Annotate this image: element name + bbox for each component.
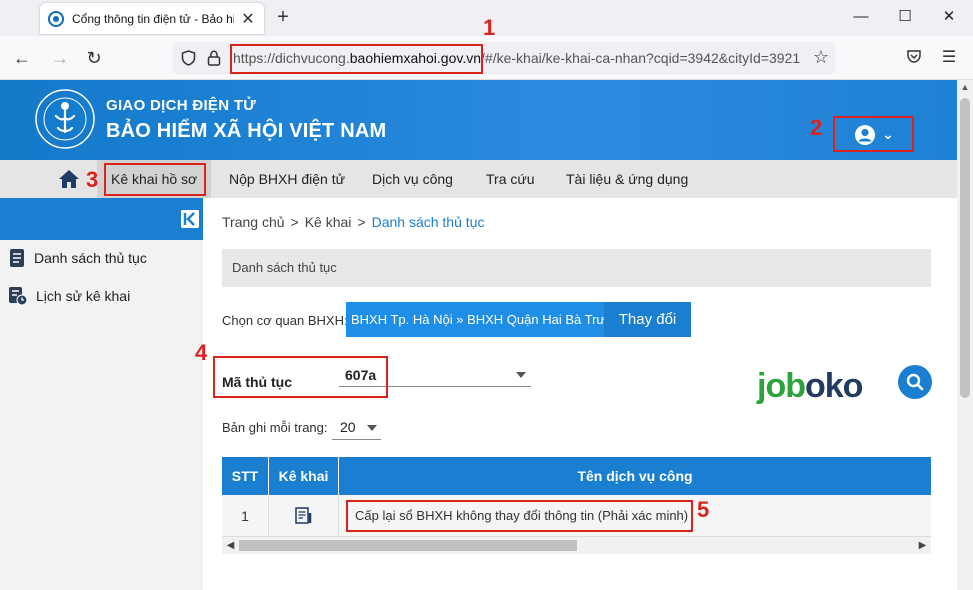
- annotation-number: 2: [810, 115, 823, 140]
- column-header-stt: STT: [231, 468, 259, 484]
- pocket-icon[interactable]: [904, 48, 924, 68]
- scroll-right-icon[interactable]: ▶: [914, 537, 931, 554]
- annotation-number: 4: [195, 340, 208, 365]
- annotation-box-procedure-code: [213, 356, 388, 398]
- declare-cell[interactable]: [268, 495, 338, 536]
- annotation-box-ke-khai: [104, 163, 206, 196]
- menu-item-tai-lieu[interactable]: Tài liệu & ứng dụng: [552, 160, 702, 198]
- row-stt: 1: [241, 507, 249, 524]
- annotation-number: 1: [483, 15, 496, 40]
- document-list-icon: [10, 249, 24, 267]
- reload-icon[interactable]: ↻: [82, 46, 106, 70]
- breadcrumb-home[interactable]: Trang chủ: [222, 214, 285, 230]
- forward-icon[interactable]: →: [48, 46, 72, 70]
- sidebar-item-lich-su-ke-khai[interactable]: Lịch sử kê khai: [8, 285, 130, 307]
- shield-icon[interactable]: [181, 50, 196, 66]
- breadcrumb-separator: >: [290, 214, 299, 230]
- bhxh-logo-icon[interactable]: [34, 88, 96, 150]
- left-sidebar: Danh sách thủ tục Lịch sử kê khai: [0, 198, 203, 590]
- header-title-line2: BẢO HIỂM XÃ HỘI VIỆT NAM: [106, 120, 387, 142]
- annotation-box-service: [346, 500, 693, 532]
- change-agency-button[interactable]: Thay đổi: [604, 302, 691, 337]
- scroll-left-icon[interactable]: ◀: [222, 537, 239, 554]
- annotation-number: 3: [86, 167, 99, 192]
- collapse-sidebar-icon[interactable]: [181, 210, 199, 228]
- column-header-ten-dich-vu: Tên dịch vụ công: [338, 457, 931, 495]
- minimize-icon[interactable]: —: [847, 4, 875, 30]
- caret-down-icon[interactable]: [367, 425, 377, 431]
- maximize-icon[interactable]: ☐: [891, 4, 919, 30]
- breadcrumb: Trang chủ > Kê khai > Danh sách thủ tục: [222, 214, 484, 230]
- sidebar-item-label: Lịch sử kê khai: [36, 288, 131, 304]
- scrollbar-thumb[interactable]: [239, 540, 577, 551]
- per-page-underline: [332, 439, 381, 440]
- url-path: /#/ke-khai/ke-khai-ca-nhan?cqid=3942&cit…: [481, 50, 801, 66]
- tab-title: Cổng thông tin điện tử - Bảo hiểm: [72, 11, 234, 26]
- menu-item-tra-cuu[interactable]: Tra cứu: [472, 160, 549, 198]
- per-page-label: Bản ghi mỗi trang:: [222, 420, 328, 435]
- breadcrumb-current: Danh sách thủ tục: [371, 214, 485, 230]
- agency-label: Chọn cơ quan BHXH:: [222, 313, 348, 328]
- breadcrumb-ke-khai[interactable]: Kê khai: [305, 214, 352, 230]
- browser-nav-bar: ← → ↻ https://dichvucong.baohiemxahoi.go…: [0, 36, 973, 80]
- history-document-icon: [9, 287, 28, 306]
- annotation-number: 5: [697, 497, 710, 522]
- joboko-watermark-logo: joboko: [757, 367, 863, 406]
- browser-tab[interactable]: Cổng thông tin điện tử - Bảo hiểm ✕: [40, 3, 264, 34]
- header-title-line1: GIAO DỊCH ĐIỆN TỬ: [106, 97, 257, 114]
- lock-icon[interactable]: [207, 50, 221, 66]
- close-tab-icon[interactable]: ✕: [240, 9, 256, 29]
- new-tab-button[interactable]: +: [272, 6, 294, 28]
- home-icon[interactable]: [58, 169, 80, 189]
- caret-down-icon[interactable]: [516, 372, 526, 378]
- search-icon: [906, 373, 924, 391]
- table-header: STT Kê khai Tên dịch vụ công: [222, 457, 931, 495]
- scrollbar-thumb[interactable]: [960, 98, 970, 398]
- annotation-box-url: [230, 44, 483, 74]
- horizontal-scrollbar[interactable]: ◀ ▶: [222, 537, 931, 554]
- window-close-icon[interactable]: ✕: [935, 4, 963, 30]
- annotation-box-user-menu: [833, 116, 914, 152]
- app-menu-icon[interactable]: ☰: [939, 48, 959, 68]
- sidebar-header: [0, 198, 203, 240]
- agency-value: BHXH Tp. Hà Nội » BHXH Quận Hai Bà Trưng: [346, 302, 620, 337]
- search-button[interactable]: [898, 365, 932, 399]
- declare-form-icon[interactable]: [294, 506, 314, 526]
- back-icon[interactable]: ←: [10, 46, 34, 70]
- section-title-bar: Danh sách thủ tục: [222, 249, 931, 287]
- sidebar-item-label: Danh sách thủ tục: [34, 250, 147, 266]
- bookmark-star-icon[interactable]: ☆: [813, 47, 829, 68]
- sidebar-item-danh-sach-thu-tuc[interactable]: Danh sách thủ tục: [8, 247, 147, 269]
- site-favicon-icon: [48, 10, 64, 27]
- vertical-scrollbar[interactable]: ▲: [957, 80, 973, 590]
- menu-item-nop-bhxh[interactable]: Nộp BHXH điện tử: [215, 160, 359, 198]
- watermark-part2: oko: [804, 367, 863, 405]
- watermark-part1: job: [757, 367, 806, 405]
- breadcrumb-separator: >: [357, 214, 366, 230]
- per-page-select[interactable]: 20: [340, 419, 356, 435]
- column-header-ke-khai: Kê khai: [268, 457, 338, 495]
- scroll-up-icon[interactable]: ▲: [957, 82, 973, 92]
- menu-item-dich-vu-cong[interactable]: Dịch vụ công: [358, 160, 467, 198]
